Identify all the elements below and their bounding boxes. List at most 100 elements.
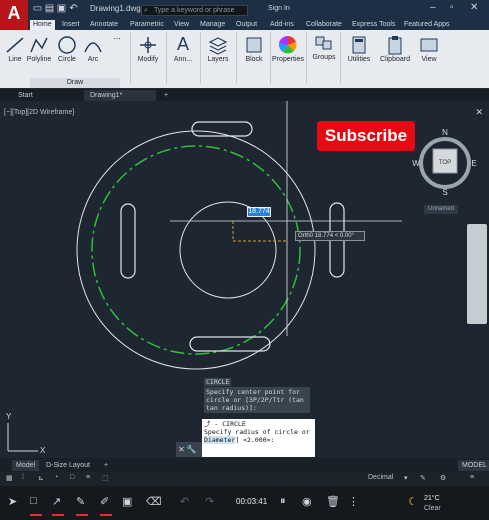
block-button[interactable]: Block — [240, 34, 268, 63]
centerline-circle[interactable] — [91, 145, 301, 355]
tab-parametric[interactable]: Parametric — [130, 20, 164, 30]
ortho-icon[interactable]: ⊾ — [38, 474, 44, 482]
navigation-bar[interactable] — [467, 224, 487, 324]
circle-button[interactable]: Circle — [55, 34, 79, 63]
text-box-icon[interactable]: ▣ — [122, 495, 132, 508]
add-layout-button[interactable]: + — [100, 460, 112, 471]
color-wheel-icon — [278, 35, 297, 54]
outer-circle[interactable] — [76, 130, 316, 370]
delete-icon[interactable]: 🗑 — [326, 495, 340, 508]
tab-add-ins[interactable]: Add-ins — [270, 20, 294, 30]
tab-annotate[interactable]: Annotate — [90, 20, 118, 30]
selection-icon[interactable]: ⬚ — [102, 474, 109, 482]
new-tab-button[interactable]: + — [158, 90, 168, 101]
status-bar: ▦ ⁞ ⊾ ◔ □ ≡ ⬚ Decimal ▾ ✎ ⚙ ≡ — [0, 472, 489, 486]
highlighter-icon[interactable]: ✐ — [100, 495, 109, 508]
compass-west[interactable]: W — [412, 159, 420, 168]
block-icon — [246, 37, 262, 53]
compass-south[interactable]: S — [442, 188, 447, 197]
draw-panel-label[interactable]: Draw — [30, 78, 120, 88]
weather-condition: Clear — [424, 505, 441, 512]
compass-east[interactable]: E — [471, 159, 476, 168]
arrow-icon[interactable]: ↗ — [52, 495, 61, 508]
diameter-option[interactable]: Diameter — [204, 436, 236, 444]
tab-insert[interactable]: Insert — [62, 20, 80, 30]
app-logo[interactable]: A — [0, 0, 28, 30]
undo-icon[interactable]: ↶ — [68, 3, 79, 14]
chevron-down-icon[interactable]: ▾ — [404, 474, 408, 482]
model-space-button[interactable]: MODEL — [458, 460, 489, 471]
ribbon-divider — [130, 32, 131, 84]
close-icon[interactable]: ✕ — [470, 2, 478, 13]
more-options-icon[interactable]: ⋮ — [348, 495, 359, 508]
tab-output[interactable]: Output — [236, 20, 257, 30]
pen-icon[interactable]: ✎ — [76, 495, 85, 508]
command-line-tools[interactable]: ✕ 🔧 — [176, 442, 202, 457]
tab-home[interactable]: Home — [30, 20, 55, 30]
dynamic-input-field[interactable]: 18.774 — [247, 207, 271, 217]
viewport-close-icon[interactable]: ✕ — [475, 107, 483, 118]
units-dropdown[interactable]: Decimal — [368, 474, 393, 481]
weather-icon: ☾ — [408, 496, 418, 508]
ucs-unnamed-dropdown[interactable]: Unnamed — [424, 205, 458, 214]
properties-label: Properties — [272, 56, 304, 63]
polar-icon[interactable]: ◔ — [54, 474, 58, 481]
search-input[interactable]: ⌕ Type a keyword or phrase — [141, 5, 248, 16]
compass-north[interactable]: N — [442, 128, 448, 137]
line-button[interactable]: Line — [4, 34, 26, 63]
arc-button[interactable]: Arc — [82, 34, 104, 63]
modify-button[interactable]: Modify — [134, 34, 162, 63]
modify-label: Modify — [137, 56, 159, 63]
stop-icon[interactable]: ◉ — [302, 495, 312, 508]
maximize-icon[interactable]: ▫ — [450, 2, 454, 13]
tab-manage[interactable]: Manage — [200, 20, 225, 30]
tab-featured-apps[interactable]: Featured Apps — [404, 20, 450, 30]
tab-model[interactable]: Model — [12, 460, 40, 471]
pointer-icon[interactable]: ➤ — [8, 495, 17, 508]
groups-button[interactable]: Groups — [310, 32, 338, 61]
recorder-toolbar: ➤ □ ↗ ✎ ✐ ▣ ⌫ ↶ ↷ 00:03:41 ⏸ ◉ 🗑 ⋮ ☾ 21°… — [0, 486, 489, 520]
tab-drawing1[interactable]: Drawing1* — [84, 90, 156, 101]
viewport-controls[interactable]: [−][Top][2D Wireframe] — [4, 109, 74, 116]
subscribe-button[interactable]: Subscribe — [317, 121, 415, 151]
tab-collaborate[interactable]: Collaborate — [306, 20, 342, 30]
drawing-viewport[interactable]: TOP N S E W Y X [−][Top][2D Wireframe] ✕… — [0, 101, 489, 458]
save-icon[interactable]: ▣ — [56, 3, 67, 14]
draw-more-icon[interactable]: ⋯ — [106, 34, 128, 43]
open-file-icon[interactable]: ▤ — [44, 3, 55, 14]
annotation-scale-icon[interactable]: ✎ — [420, 474, 426, 482]
workspace-icon[interactable]: ⚙ — [440, 474, 446, 482]
grid-icon[interactable]: ▦ — [6, 474, 13, 482]
view-button[interactable]: View — [416, 34, 442, 63]
clipboard-button[interactable]: Clipboard — [378, 34, 412, 63]
osnap-icon[interactable]: □ — [70, 474, 74, 481]
polyline-button[interactable]: Polyline — [26, 34, 52, 63]
command-line[interactable]: ⤴ - CIRCLE Specify radius of circle or D… — [202, 419, 315, 457]
snap-icon[interactable]: ⁞ — [22, 474, 24, 481]
tab-d-size-layout[interactable]: D-Size Layout — [42, 460, 94, 471]
redo-icon[interactable]: ↷ — [205, 495, 214, 508]
ortho-tooltip: Orth0 18.774 < 0.00° — [295, 231, 365, 241]
customize-icon[interactable]: ≡ — [470, 474, 474, 481]
minimize-icon[interactable]: – — [430, 2, 436, 13]
utilities-button[interactable]: Utilities — [344, 34, 374, 63]
arc-label: Arc — [87, 56, 99, 63]
ribbon-divider — [166, 32, 167, 84]
annotation-label: Ann... — [173, 56, 193, 63]
layers-button[interactable]: Layers — [204, 34, 232, 63]
tab-view[interactable]: View — [174, 20, 189, 30]
rectangle-icon[interactable]: □ — [30, 495, 37, 507]
undo-icon[interactable]: ↶ — [180, 495, 189, 508]
lineweight-icon[interactable]: ≡ — [86, 474, 90, 481]
properties-button[interactable]: Properties — [272, 34, 304, 63]
new-file-icon[interactable]: ▭ — [32, 3, 43, 14]
clipboard-icon — [388, 36, 402, 55]
tab-express-tools[interactable]: Express Tools — [352, 20, 395, 30]
slot-left[interactable] — [120, 203, 136, 279]
annotation-button[interactable]: A Ann... — [170, 32, 196, 63]
tab-start[interactable]: Start — [12, 90, 82, 101]
history-command: CIRCLE — [204, 378, 232, 386]
pause-icon[interactable]: ⏸ — [280, 495, 286, 508]
eraser-icon[interactable]: ⌫ — [146, 495, 162, 508]
sign-in-link[interactable]: Sign In — [268, 5, 290, 12]
